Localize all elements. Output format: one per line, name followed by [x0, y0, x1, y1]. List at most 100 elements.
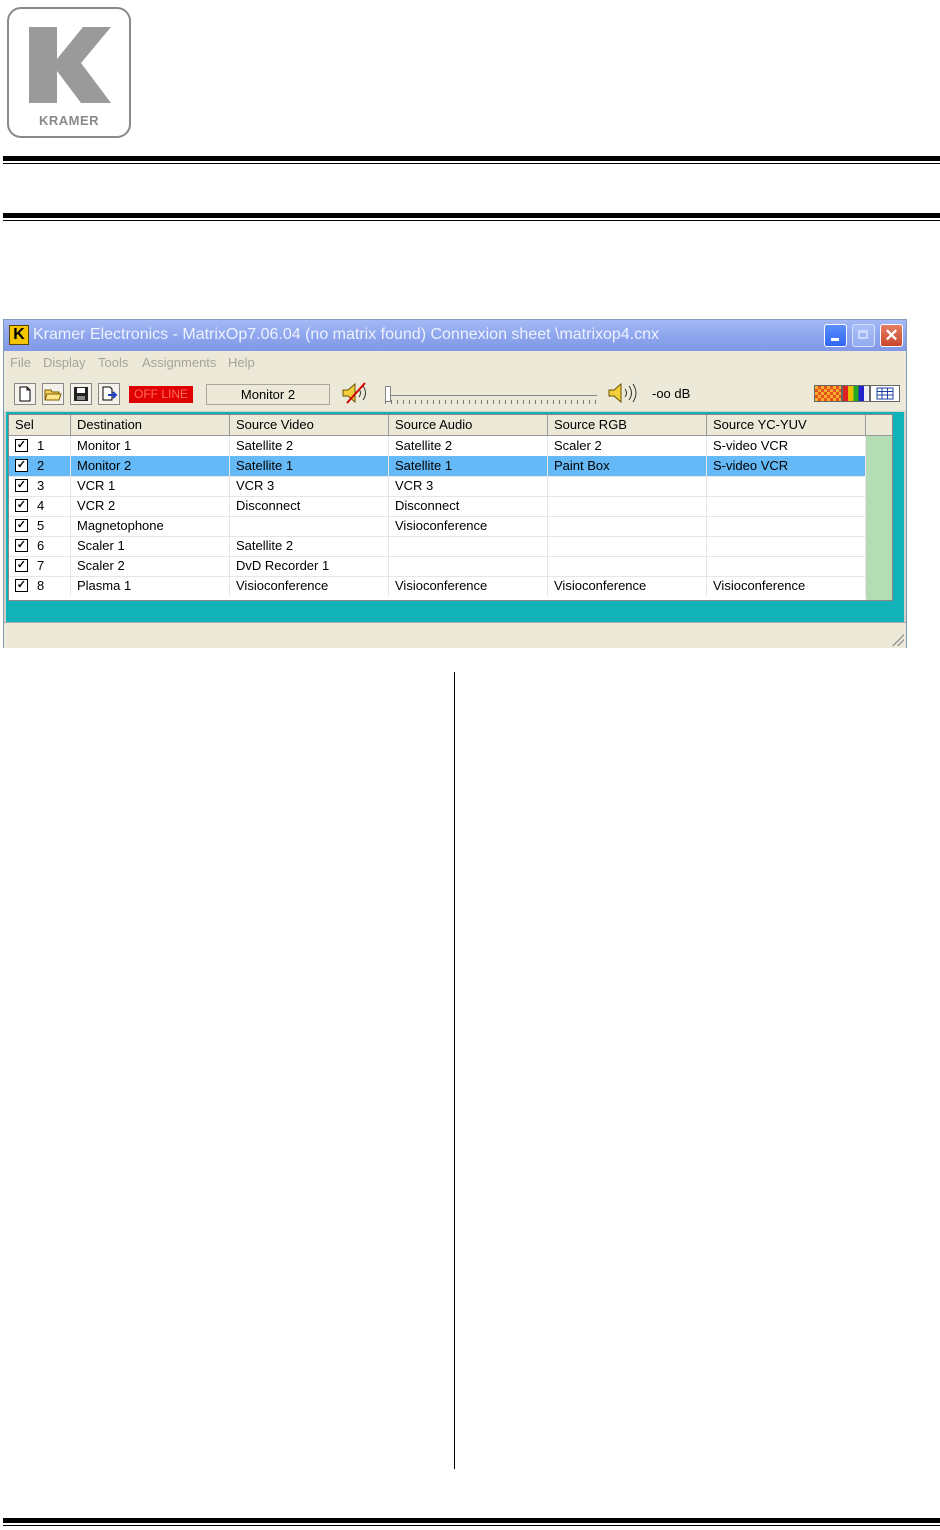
- menu-file[interactable]: File: [10, 355, 31, 370]
- cell-source-video[interactable]: Satellite 1: [230, 456, 389, 476]
- cell-destination[interactable]: Monitor 2: [71, 456, 230, 476]
- table-row[interactable]: ✓ 3 VCR 1 VCR 3 VCR 3: [9, 476, 866, 497]
- cell-source-yc[interactable]: [707, 556, 866, 576]
- table-row[interactable]: ✓ 6 Scaler 1 Satellite 2: [9, 536, 866, 557]
- cell-source-video[interactable]: Satellite 2: [230, 536, 389, 556]
- cell-source-audio[interactable]: VCR 3: [389, 476, 548, 496]
- row-checkbox[interactable]: ✓: [15, 439, 28, 452]
- cell-destination[interactable]: Monitor 1: [71, 436, 230, 456]
- cell-source-yc[interactable]: [707, 516, 866, 536]
- resize-grip-icon[interactable]: [892, 634, 904, 646]
- table-row[interactable]: ✓ 5 Magnetophone Visioconference: [9, 516, 866, 537]
- kramer-app-icon[interactable]: K: [9, 325, 29, 345]
- cell-source-yc[interactable]: S-video VCR: [707, 436, 866, 456]
- cell-source-audio[interactable]: [389, 556, 548, 576]
- header-rule-2: [3, 213, 940, 221]
- status-badge: OFF LINE: [129, 386, 193, 403]
- menu-display[interactable]: Display: [43, 355, 86, 370]
- row-checkbox[interactable]: ✓: [15, 579, 28, 592]
- minimize-button[interactable]: [824, 324, 847, 347]
- cell-source-rgb[interactable]: [548, 476, 707, 496]
- speaker-icon[interactable]: [605, 381, 639, 405]
- grid-container: Sel Destination Source Video Source Audi…: [6, 412, 904, 622]
- cell-destination[interactable]: Scaler 2: [71, 556, 230, 576]
- menu-help[interactable]: Help: [228, 355, 255, 370]
- cell-source-yc[interactable]: [707, 496, 866, 516]
- row-checkbox[interactable]: ✓: [15, 479, 28, 492]
- cell-source-video[interactable]: Visioconference: [230, 576, 389, 596]
- cell-destination[interactable]: VCR 1: [71, 476, 230, 496]
- row-checkbox[interactable]: ✓: [15, 539, 28, 552]
- volume-slider[interactable]: [385, 386, 597, 404]
- window-title: Kramer Electronics - MatrixOp7.06.04 (no…: [33, 326, 660, 343]
- grid-side-column: [866, 436, 892, 600]
- table-row[interactable]: ✓ 1 Monitor 1 Satellite 2 Satellite 2 Sca…: [9, 436, 866, 457]
- cell-source-yc[interactable]: [707, 536, 866, 556]
- header-rule: [3, 156, 940, 164]
- save-icon[interactable]: [70, 383, 92, 405]
- header-destination[interactable]: Destination: [71, 415, 230, 435]
- menu-tools[interactable]: Tools: [98, 355, 128, 370]
- row-checkbox[interactable]: ✓: [15, 519, 28, 532]
- cell-source-audio[interactable]: [389, 536, 548, 556]
- header-source-video[interactable]: Source Video: [230, 415, 389, 435]
- app-window: K Kramer Electronics - MatrixOp7.06.04 (…: [3, 319, 907, 648]
- connection-grid: Sel Destination Source Video Source Audi…: [8, 414, 893, 601]
- footer-rule: [3, 1518, 940, 1526]
- table-row[interactable]: ✓ 7 Scaler 2 DvD Recorder 1: [9, 556, 866, 577]
- cell-source-rgb[interactable]: [548, 536, 707, 556]
- header-source-rgb[interactable]: Source RGB: [548, 415, 707, 435]
- cell-source-audio[interactable]: Disconnect: [389, 496, 548, 516]
- volume-readout: -oo dB: [652, 386, 691, 401]
- cell-source-video[interactable]: VCR 3: [230, 476, 389, 496]
- row-checkbox[interactable]: ✓: [15, 499, 28, 512]
- cell-destination[interactable]: VCR 2: [71, 496, 230, 516]
- title-bar[interactable]: K Kramer Electronics - MatrixOp7.06.04 (…: [4, 320, 906, 351]
- cell-source-audio[interactable]: Satellite 2: [389, 436, 548, 456]
- status-bar: [4, 622, 906, 648]
- cell-source-rgb[interactable]: Scaler 2: [548, 436, 707, 456]
- header-source-audio[interactable]: Source Audio: [389, 415, 548, 435]
- row-checkbox[interactable]: ✓: [15, 559, 28, 572]
- new-file-icon[interactable]: [14, 383, 36, 405]
- header-source-yc-yuv[interactable]: Source YC-YUV: [707, 415, 866, 435]
- cell-source-rgb[interactable]: Paint Box: [548, 456, 707, 476]
- cell-source-video[interactable]: Disconnect: [230, 496, 389, 516]
- cell-source-video[interactable]: [230, 516, 389, 536]
- menu-bar: File Display Tools Assignments Help: [4, 351, 906, 375]
- table-view-icon[interactable]: [870, 385, 900, 402]
- kramer-logo: KRAMER: [7, 7, 131, 138]
- cell-source-rgb[interactable]: [548, 516, 707, 536]
- cell-source-rgb[interactable]: [548, 496, 707, 516]
- cell-source-audio[interactable]: Visioconference: [389, 576, 548, 596]
- logo-text: KRAMER: [38, 113, 100, 128]
- row-checkbox[interactable]: ✓: [15, 459, 28, 472]
- cell-source-video[interactable]: Satellite 2: [230, 436, 389, 456]
- cell-source-rgb[interactable]: [548, 556, 707, 576]
- cell-source-audio[interactable]: Satellite 1: [389, 456, 548, 476]
- cell-destination[interactable]: Scaler 1: [71, 536, 230, 556]
- kramer-k-icon: [29, 27, 111, 103]
- cell-source-video[interactable]: DvD Recorder 1: [230, 556, 389, 576]
- table-row[interactable]: ✓ 4 VCR 2 Disconnect Disconnect: [9, 496, 866, 517]
- cell-source-yc[interactable]: S-video VCR: [707, 456, 866, 476]
- cell-source-rgb[interactable]: Visioconference: [548, 576, 707, 596]
- close-button[interactable]: ✕: [880, 324, 903, 347]
- cell-source-audio[interactable]: Visioconference: [389, 516, 548, 536]
- color-bars-icon[interactable]: [842, 385, 870, 402]
- export-icon[interactable]: [98, 383, 120, 405]
- selected-destination: Monitor 2: [206, 384, 330, 405]
- open-folder-icon[interactable]: [42, 383, 64, 405]
- table-row-selected[interactable]: ✓ 2 Monitor 2 Satellite 1 Satellite 1 Pai…: [9, 456, 866, 477]
- cell-destination[interactable]: Plasma 1: [71, 576, 230, 596]
- cell-destination[interactable]: Magnetophone: [71, 516, 230, 536]
- menu-assignments[interactable]: Assignments: [142, 355, 216, 370]
- matrix-view-icon[interactable]: [814, 385, 842, 402]
- mute-speaker-icon[interactable]: [339, 381, 373, 405]
- header-extra: [866, 415, 892, 435]
- table-row[interactable]: ✓ 8 Plasma 1 Visioconference Visioconfere…: [9, 576, 866, 596]
- cell-source-yc[interactable]: Visioconference: [707, 576, 866, 596]
- cell-source-yc[interactable]: [707, 476, 866, 496]
- header-sel[interactable]: Sel: [9, 415, 71, 435]
- maximize-button[interactable]: [852, 324, 875, 347]
